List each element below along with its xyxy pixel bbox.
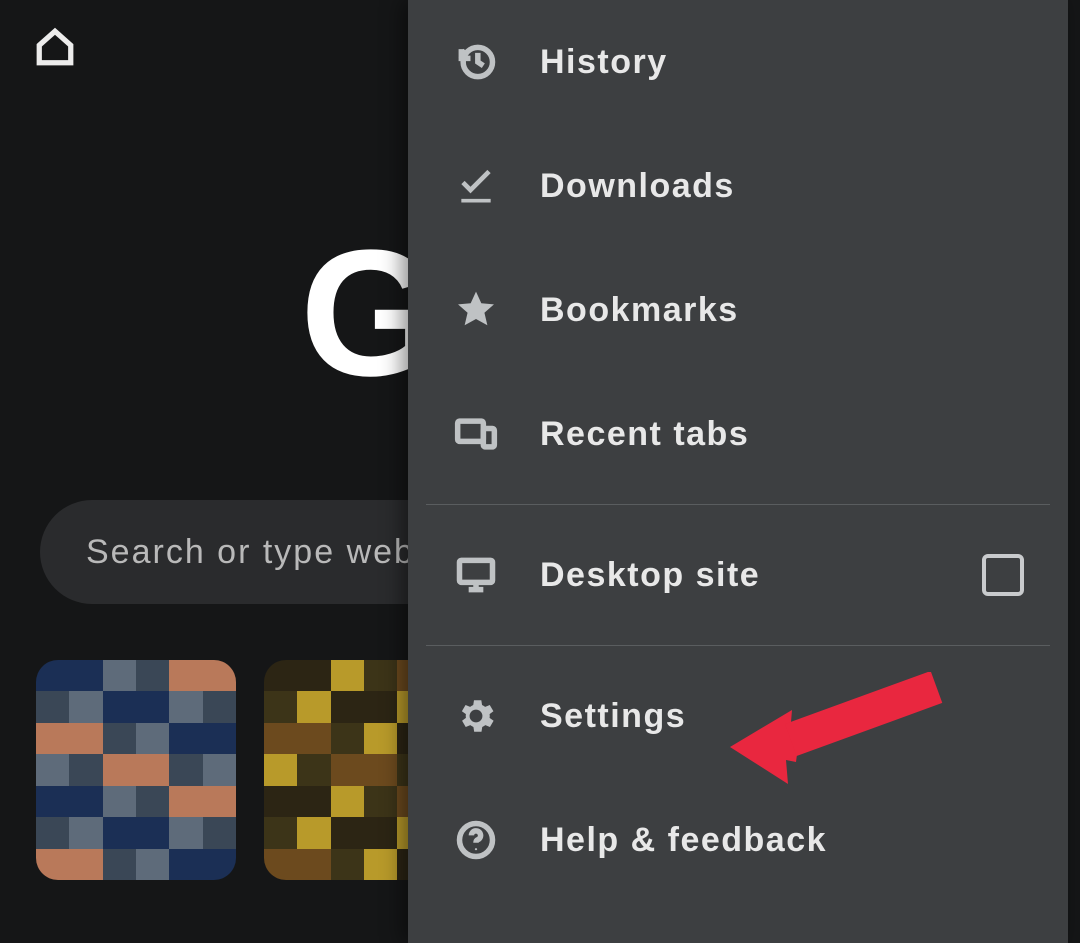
overflow-menu: History Downloads Bookmarks Recent tabs … bbox=[408, 0, 1068, 943]
recent-tabs-icon bbox=[452, 410, 500, 458]
menu-item-desktop-site[interactable]: Desktop site bbox=[408, 513, 1068, 637]
suggested-sites-row bbox=[36, 660, 464, 880]
menu-item-help[interactable]: Help & feedback bbox=[408, 778, 1068, 902]
star-icon bbox=[452, 286, 500, 334]
menu-divider bbox=[426, 504, 1050, 505]
menu-item-bookmarks[interactable]: Bookmarks bbox=[408, 248, 1068, 372]
menu-item-settings[interactable]: Settings bbox=[408, 654, 1068, 778]
help-icon bbox=[452, 816, 500, 864]
menu-item-label: Recent tabs bbox=[540, 415, 1024, 454]
home-button[interactable] bbox=[28, 22, 82, 76]
menu-item-label: Bookmarks bbox=[540, 291, 1024, 330]
menu-item-label: Help & feedback bbox=[540, 821, 1024, 860]
suggested-site-thumbnail[interactable] bbox=[36, 660, 236, 880]
menu-item-label: Settings bbox=[540, 697, 1024, 736]
menu-item-label: History bbox=[540, 43, 1024, 82]
menu-item-history[interactable]: History bbox=[408, 0, 1068, 124]
menu-item-label: Downloads bbox=[540, 167, 1024, 206]
history-icon bbox=[452, 38, 500, 86]
download-icon bbox=[452, 162, 500, 210]
home-icon bbox=[34, 26, 76, 73]
gear-icon bbox=[452, 692, 500, 740]
desktop-icon bbox=[452, 551, 500, 599]
menu-item-downloads[interactable]: Downloads bbox=[408, 124, 1068, 248]
menu-item-recent-tabs[interactable]: Recent tabs bbox=[408, 372, 1068, 496]
menu-item-label: Desktop site bbox=[540, 556, 942, 595]
desktop-site-checkbox[interactable] bbox=[982, 554, 1024, 596]
menu-divider bbox=[426, 645, 1050, 646]
